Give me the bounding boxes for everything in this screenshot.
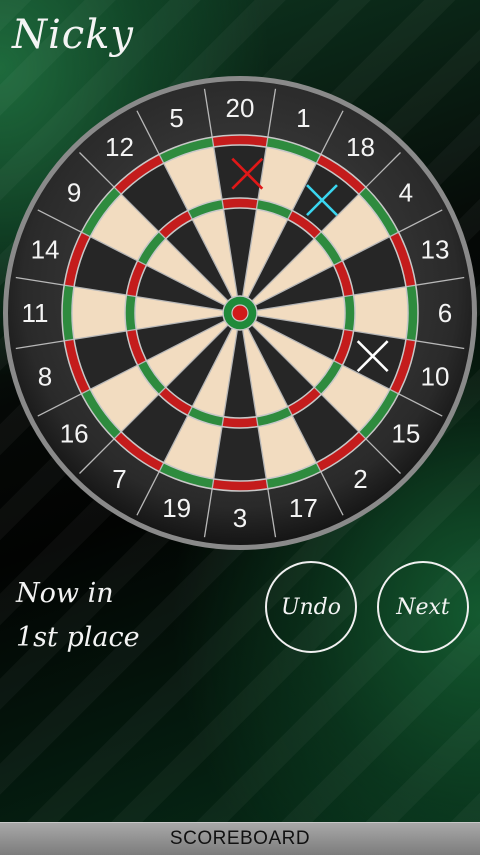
- segment-number-14: 14: [31, 235, 60, 265]
- segment-number-5: 5: [169, 103, 183, 133]
- segment-number-17: 17: [289, 493, 318, 523]
- segment-number-6: 6: [438, 298, 452, 328]
- outer-single-3[interactable]: [213, 426, 267, 481]
- segment-number-10: 10: [421, 361, 450, 391]
- segment-number-11: 11: [22, 298, 49, 328]
- segment-number-19: 19: [162, 493, 191, 523]
- segment-number-16: 16: [60, 418, 89, 448]
- segment-number-13: 13: [421, 235, 450, 265]
- dartboard[interactable]: 20 1 18 4 13 6 1015 2 17 3 19 7 16 8 11 149 12 5: [0, 70, 480, 550]
- segment-number-15: 15: [391, 418, 420, 448]
- segment-number-20: 20: [226, 93, 255, 123]
- scoreboard-button[interactable]: SCOREBOARD: [0, 822, 480, 855]
- outer-single-20[interactable]: [213, 145, 267, 200]
- undo-button[interactable]: Undo: [265, 561, 357, 653]
- bullseye[interactable]: [231, 304, 249, 322]
- ranking-status-line-1: Now in: [16, 578, 114, 609]
- outer-single-11[interactable]: [72, 286, 127, 340]
- segment-number-3: 3: [233, 503, 247, 533]
- segment-number-2: 2: [353, 464, 367, 494]
- segment-number-1: 1: [296, 103, 310, 133]
- segment-number-9: 9: [67, 178, 81, 208]
- segment-number-12: 12: [105, 132, 134, 162]
- segment-number-7: 7: [112, 464, 126, 494]
- ranking-status-line-2: 1st place: [16, 622, 140, 653]
- player-name: Nicky: [12, 12, 135, 58]
- outer-single-6[interactable]: [353, 286, 408, 340]
- segment-number-4: 4: [399, 178, 413, 208]
- segment-number-18: 18: [346, 132, 375, 162]
- ranking-status: Now in 1st place: [16, 572, 140, 660]
- next-button[interactable]: Next: [377, 561, 469, 653]
- segment-number-8: 8: [38, 361, 52, 391]
